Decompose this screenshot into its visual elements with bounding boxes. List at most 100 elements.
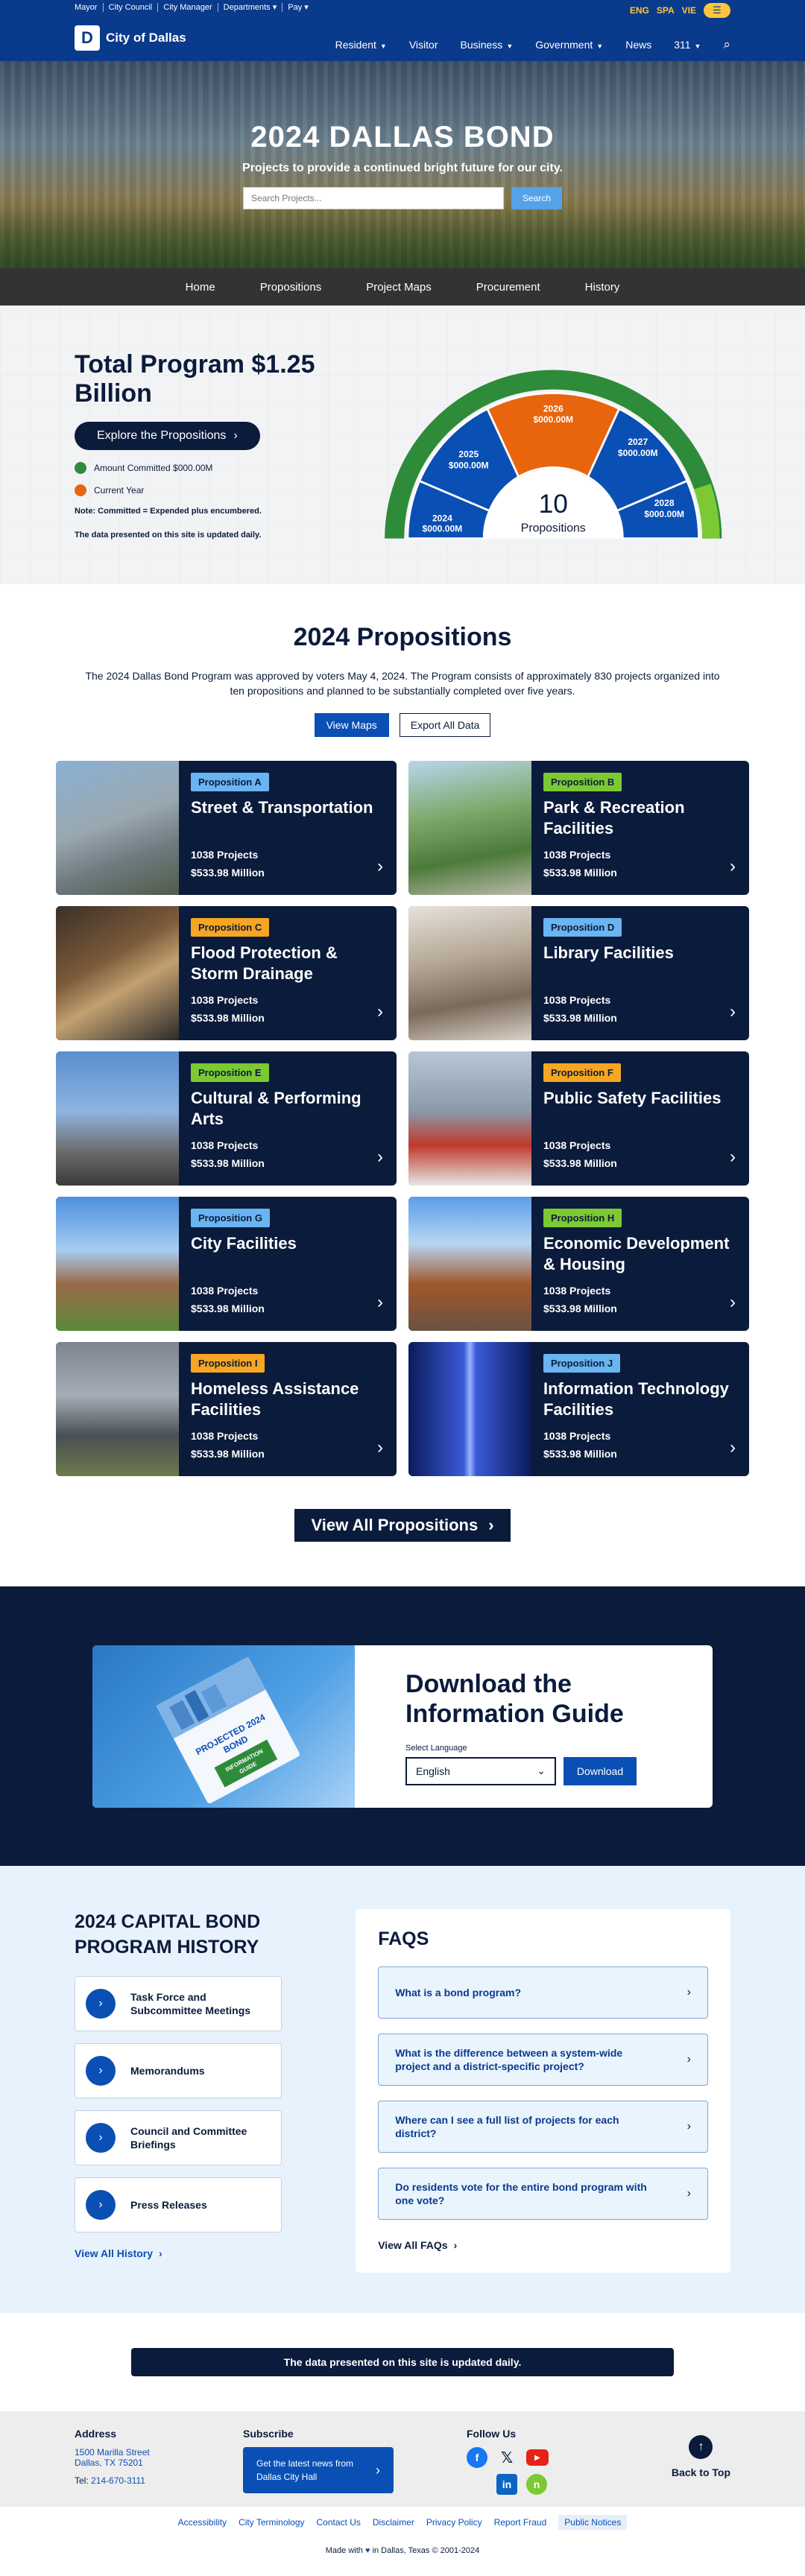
- search-icon[interactable]: ⌕: [723, 37, 730, 52]
- subnav-procurement[interactable]: Procurement: [476, 281, 540, 294]
- link-contact-us[interactable]: Contact Us: [317, 2517, 361, 2528]
- chevron-right-icon: ›: [86, 2056, 116, 2086]
- view-all-propositions-button[interactable]: View All Propositions ›: [294, 1509, 511, 1542]
- proposition-badge: Proposition I: [191, 1354, 265, 1373]
- download-button[interactable]: Download: [564, 1756, 637, 1785]
- link-accessibility[interactable]: Accessibility: [178, 2517, 227, 2528]
- back-to-top[interactable]: ↑ Back to Top: [672, 2435, 730, 2478]
- chevron-right-icon: ›: [86, 1989, 116, 2019]
- chevron-right-icon: ›: [453, 2239, 458, 2251]
- chevron-down-icon: ▼: [379, 42, 387, 50]
- chevron-right-icon: ›: [233, 429, 238, 442]
- view-all-history-link[interactable]: View All History ›: [75, 2247, 282, 2259]
- chevron-right-icon: ›: [86, 2123, 116, 2153]
- propositions-title: 2024 Propositions: [293, 623, 512, 651]
- chevron-right-icon: ›: [686, 1986, 691, 1999]
- chevron-right-icon: ›: [86, 2190, 116, 2220]
- proposition-card[interactable]: Proposition H Economic Development & Hous…: [408, 1197, 749, 1331]
- linkedin-icon[interactable]: in: [496, 2474, 517, 2495]
- lang-vie[interactable]: VIE: [682, 5, 696, 16]
- proposition-badge: Proposition E: [191, 1063, 269, 1082]
- logo-text: City of Dallas: [106, 31, 186, 45]
- history-item-briefings[interactable]: › Council and Committee Briefings: [75, 2110, 282, 2165]
- proposition-card[interactable]: Proposition C Flood Protection & Storm Dr…: [56, 906, 397, 1040]
- history-item-task-force[interactable]: › Task Force and Subcommittee Meetings: [75, 1976, 282, 2031]
- link-public-notices[interactable]: Public Notices: [558, 2515, 628, 2530]
- link-report-fraud[interactable]: Report Fraud: [494, 2517, 547, 2528]
- link-disclaimer[interactable]: Disclaimer: [373, 2517, 414, 2528]
- seg-2028-year: 2028: [654, 498, 675, 508]
- history-item-memorandums[interactable]: › Memorandums: [75, 2043, 282, 2098]
- nav-visitor[interactable]: Visitor: [409, 39, 438, 51]
- proposition-title: Park & Recreation Facilities: [543, 798, 685, 838]
- selected-language: English: [416, 1765, 450, 1777]
- proposition-title: Homeless Assistance Facilities: [191, 1379, 359, 1419]
- proposition-card[interactable]: Proposition E Cultural & Performing Arts 1…: [56, 1051, 397, 1186]
- proposition-card[interactable]: Proposition I Homeless Assistance Facilit…: [56, 1342, 397, 1476]
- subscribe-button[interactable]: Get the latest news from Dallas City Hal…: [243, 2447, 394, 2493]
- proposition-card[interactable]: Proposition A Street & Transportation 1038…: [56, 761, 397, 895]
- youtube-icon[interactable]: ▶: [526, 2449, 549, 2466]
- proposition-photo: [408, 906, 531, 1040]
- nextdoor-icon[interactable]: n: [526, 2474, 547, 2495]
- faq-question: Where can I see a full list of projects …: [395, 2114, 619, 2139]
- history-item-label: Memorandums: [130, 2065, 205, 2077]
- view-maps-button[interactable]: View Maps: [314, 713, 389, 737]
- city-logo[interactable]: D City of Dallas: [75, 25, 186, 51]
- nav-news[interactable]: News: [625, 39, 651, 51]
- proposition-card[interactable]: Proposition B Park & Recreation Facilitie…: [408, 761, 749, 895]
- view-all-faqs-link[interactable]: View All FAQs ›: [378, 2239, 708, 2251]
- proposition-card[interactable]: Proposition F Public Safety Facilities 103…: [408, 1051, 749, 1186]
- facebook-icon[interactable]: f: [467, 2447, 487, 2468]
- subnav-home[interactable]: Home: [186, 281, 215, 294]
- seg-2025-amount: $000.00M: [449, 461, 489, 471]
- nav-government[interactable]: Government ▼: [535, 39, 603, 51]
- lang-eng[interactable]: ENG: [630, 5, 649, 16]
- menu-icon[interactable]: ☰: [704, 3, 730, 18]
- nav-311[interactable]: 311 ▼: [674, 39, 701, 51]
- history-faq-section: 2024 CAPITAL BOND PROGRAM HISTORY › Task …: [0, 1866, 805, 2313]
- nav-business[interactable]: Business ▼: [461, 39, 514, 51]
- util-link-city-council[interactable]: City Council: [104, 3, 159, 12]
- seg-2027-amount: $000.00M: [618, 448, 658, 458]
- faq-item[interactable]: What is a bond program? ›: [378, 1966, 708, 2019]
- proposition-card[interactable]: Proposition D Library Facilities 1038 Proj…: [408, 906, 749, 1040]
- lang-spa[interactable]: SPA: [657, 5, 675, 16]
- address-line-2[interactable]: Dallas, TX 75201: [75, 2458, 243, 2468]
- proposition-card[interactable]: Proposition G City Facilities 1038 Project…: [56, 1197, 397, 1331]
- tel-number[interactable]: 214-670-3111: [91, 2475, 145, 2486]
- link-privacy-policy[interactable]: Privacy Policy: [426, 2517, 482, 2528]
- nav-resident[interactable]: Resident ▼: [335, 39, 387, 51]
- proposition-projects: 1038 Projects: [543, 849, 611, 861]
- history-item-press-releases[interactable]: › Press Releases: [75, 2177, 282, 2232]
- util-link-mayor[interactable]: Mayor: [75, 3, 104, 12]
- chevron-right-icon: ›: [488, 1516, 494, 1534]
- proposition-projects: 1038 Projects: [191, 849, 259, 861]
- language-select[interactable]: English ⌄: [405, 1756, 556, 1785]
- export-data-button[interactable]: Export All Data: [399, 713, 491, 737]
- address-line-1[interactable]: 1500 Marilla Street: [75, 2447, 243, 2458]
- subnav-history[interactable]: History: [585, 281, 620, 294]
- util-link-city-manager[interactable]: City Manager: [158, 3, 218, 12]
- gauge-center-label: Propositions: [521, 522, 586, 534]
- faq-item[interactable]: Do residents vote for the entire bond pr…: [378, 2168, 708, 2220]
- util-link-departments[interactable]: Departments ▾: [218, 3, 283, 12]
- faq-item[interactable]: What is the difference between a system-…: [378, 2034, 708, 2086]
- proposition-card[interactable]: Proposition J Information Technology Faci…: [408, 1342, 749, 1476]
- history-item-label: Task Force and Subcommittee Meetings: [130, 1991, 251, 2016]
- link-label: View All History: [75, 2247, 154, 2259]
- subnav-propositions[interactable]: Propositions: [260, 281, 322, 294]
- x-icon[interactable]: 𝕏: [496, 2447, 517, 2468]
- proposition-stats: 1038 Projects $533.98 Million: [543, 1136, 617, 1172]
- util-link-pay[interactable]: Pay ▾: [282, 3, 314, 12]
- search-input[interactable]: [243, 186, 504, 209]
- proposition-card-body: Proposition B Park & Recreation Facilitie…: [531, 761, 749, 895]
- faq-item[interactable]: Where can I see a full list of projects …: [378, 2101, 708, 2153]
- back-to-top-label: Back to Top: [671, 2466, 730, 2478]
- gauge-center-number: 10: [539, 490, 568, 519]
- link-city-terminology[interactable]: City Terminology: [239, 2517, 304, 2528]
- proposition-photo: [408, 1051, 531, 1186]
- subnav-project-maps[interactable]: Project Maps: [366, 281, 432, 294]
- search-button[interactable]: Search: [511, 186, 562, 209]
- explore-propositions-button[interactable]: Explore the Propositions ›: [75, 422, 260, 450]
